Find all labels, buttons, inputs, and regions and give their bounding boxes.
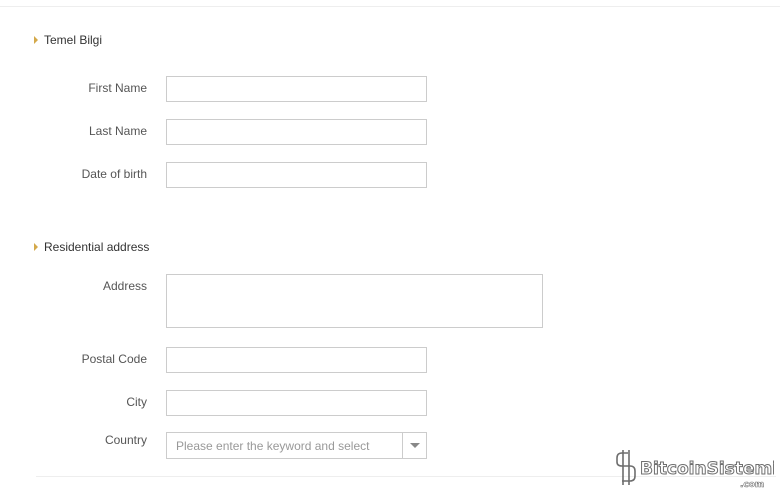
bitcoinsistemi-watermark-logo: BitcoinSistemi .com bbox=[616, 450, 774, 490]
city-label: City bbox=[126, 395, 147, 409]
top-divider bbox=[0, 6, 780, 7]
caret-right-icon bbox=[34, 36, 38, 44]
first-name-input[interactable] bbox=[166, 76, 427, 102]
last-name-label: Last Name bbox=[88, 124, 147, 138]
watermark-brand-text: BitcoinSistemi bbox=[640, 459, 774, 479]
section-basic-info: Temel Bilgi bbox=[34, 32, 102, 48]
address-label: Address bbox=[102, 279, 147, 293]
section-basic-info-title: Temel Bilgi bbox=[44, 33, 103, 47]
city-input[interactable] bbox=[166, 390, 427, 416]
dropdown-toggle[interactable] bbox=[402, 433, 426, 458]
section-residential-address-title: Residential address bbox=[44, 240, 150, 254]
postal-code-input[interactable] bbox=[166, 347, 427, 373]
address-textarea[interactable] bbox=[166, 274, 543, 328]
first-name-label: First Name bbox=[88, 81, 147, 95]
chevron-down-icon bbox=[409, 443, 420, 448]
watermark-suffix-text: .com bbox=[740, 480, 764, 490]
caret-right-icon bbox=[34, 243, 38, 251]
date-of-birth-input[interactable] bbox=[166, 162, 427, 188]
kyc-form-page: Temel Bilgi First Name Last Name Date of… bbox=[0, 0, 780, 500]
postal-code-label: Postal Code bbox=[81, 352, 147, 366]
section-residential-address: Residential address bbox=[34, 239, 149, 255]
country-label: Country bbox=[104, 433, 147, 447]
last-name-input[interactable] bbox=[166, 119, 427, 145]
date-of-birth-label: Date of birth bbox=[81, 167, 147, 181]
country-select-placeholder: Please enter the keyword and select bbox=[176, 438, 370, 453]
country-select[interactable]: Please enter the keyword and select bbox=[166, 432, 427, 459]
